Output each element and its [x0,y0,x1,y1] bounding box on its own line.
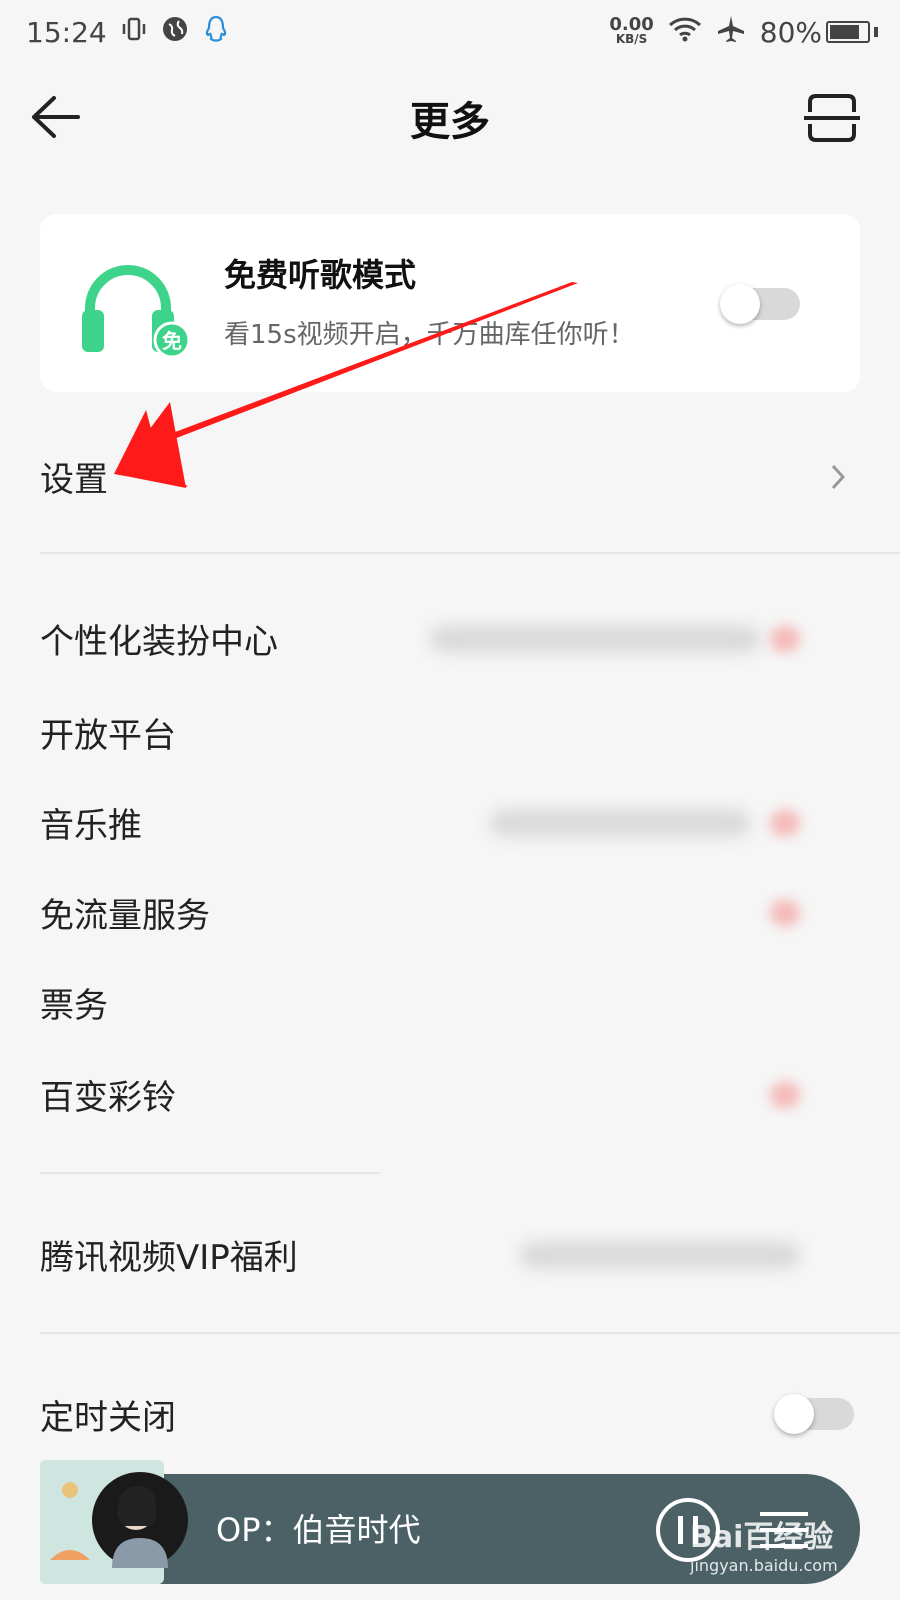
battery-percent: 80% [759,15,822,49]
watermark-url: jingyan.baidu.com [690,1556,838,1575]
scan-icon [804,94,860,142]
header: 更多 [0,64,900,172]
menu-item-ringtone[interactable]: 百变彩铃 [0,1054,900,1134]
blurred-value [490,810,750,836]
sleep-timer-toggle[interactable] [774,1394,854,1434]
watermark-brand: Bai百经验 [690,1520,834,1555]
page-title: 更多 [410,99,490,145]
globe-icon [161,15,189,50]
menu-label-sleep-timer: 定时关闭 [40,1397,176,1438]
wifi-icon [668,15,702,50]
menu-label-tickets: 票务 [40,985,108,1026]
net-speed-unit: KB/S [615,32,648,46]
chevron-right-icon [831,464,846,490]
menu-label-settings: 设置 [40,459,108,500]
battery-icon [826,21,870,43]
divider [40,552,900,554]
menu-item-open-platform[interactable]: 开放平台 [0,692,900,772]
menu-item-settings[interactable]: 设置 [0,436,900,516]
blurred-value [430,626,760,652]
blurred-badge [770,1082,800,1108]
battery-indicator: 80% [760,16,878,49]
menu-label-free-data: 免流量服务 [40,895,210,936]
menu-item-tencent-video-vip[interactable]: 腾讯视频VIP福利 [0,1214,900,1294]
menu-item-free-data[interactable]: 免流量服务 [0,872,900,952]
free-mode-title: 免费听歌模式 [224,256,417,294]
menu-label-open-platform: 开放平台 [40,715,176,756]
menu-label-theme-center: 个性化装扮中心 [40,621,278,662]
menu-item-theme-center[interactable]: 个性化装扮中心 [0,598,900,678]
blurred-value [520,1242,800,1268]
airplane-icon [716,14,746,51]
network-speed: 0.00 KB/S [609,14,654,47]
menu-item-tickets[interactable]: 票务 [0,962,900,1042]
free-mode-toggle[interactable] [720,284,800,324]
menu-label-tencent-video-vip: 腾讯视频VIP福利 [40,1237,298,1278]
free-mode-subtitle: 看15s视频开启，千万曲库任你听！ [224,320,635,350]
back-arrow-icon [32,96,80,138]
divider [40,1332,900,1334]
album-disc [92,1472,188,1568]
status-bar: 15:24 0.00 KB/S 80% [0,0,900,64]
status-time: 15:24 [26,15,107,49]
free-listen-card[interactable]: 免 免费听歌模式 看15s视频开启，千万曲库任你听！ [40,214,860,392]
blurred-badge [770,810,800,836]
menu-item-sleep-timer[interactable]: 定时关闭 [0,1374,900,1454]
now-playing-title: OP：伯音时代 [216,1511,421,1549]
menu-item-music-push[interactable]: 音乐推 [0,782,900,862]
menu-label-music-push: 音乐推 [40,805,142,846]
back-button[interactable] [28,90,82,144]
headphone-icon: 免 [80,258,191,359]
blurred-badge [770,900,800,926]
free-badge: 免 [162,329,182,353]
scan-button[interactable] [804,92,860,144]
menu-label-ringtone: 百变彩铃 [40,1077,176,1118]
qq-icon [203,14,229,51]
divider [40,1172,380,1174]
blurred-badge [770,626,800,652]
net-speed-value: 0.00 [609,14,654,35]
vibrate-icon [121,16,147,49]
